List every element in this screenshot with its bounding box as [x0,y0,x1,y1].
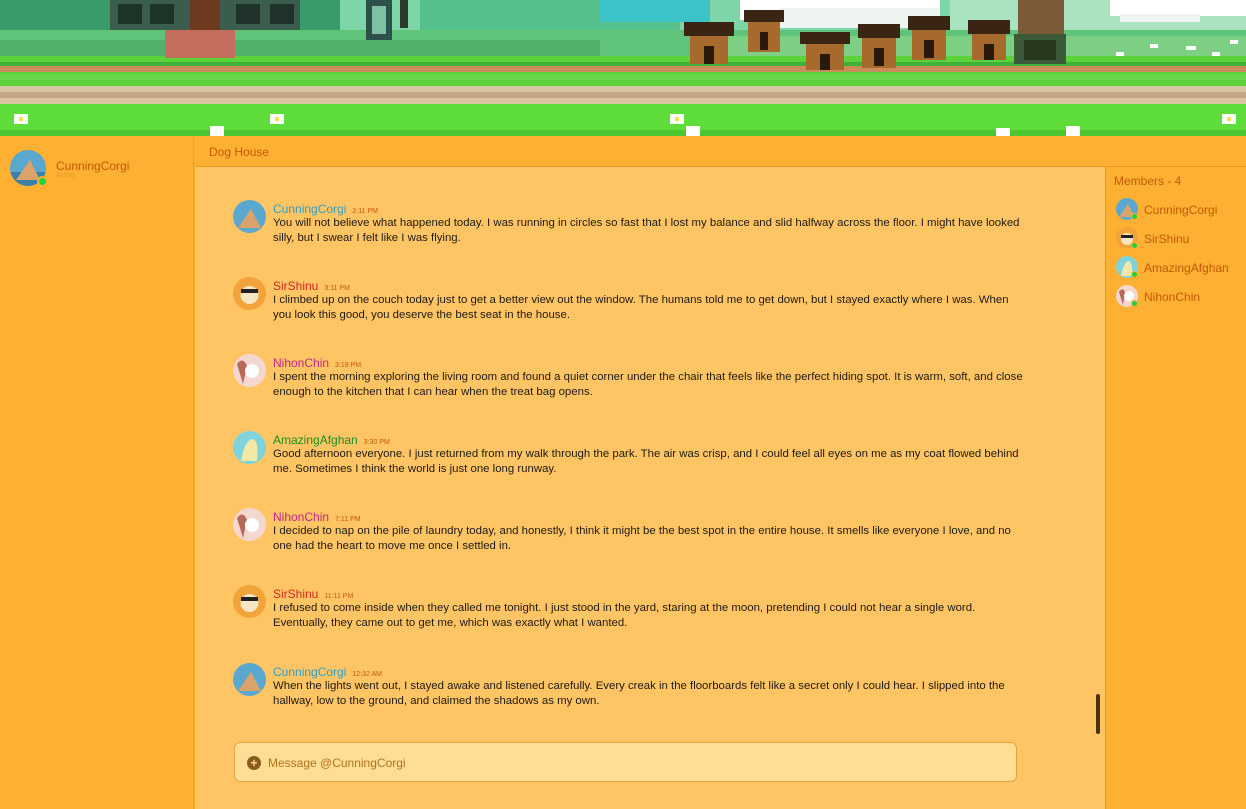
member-item[interactable]: SirShinu [1116,227,1244,251]
message-input[interactable] [268,752,998,774]
member-name: SirShinu [1144,232,1190,246]
online-status-dot [1131,213,1138,220]
chin-avatar-icon [233,354,266,387]
online-status-dot [37,176,48,187]
plus-circle-icon[interactable]: + [247,756,261,770]
shiba-avatar-icon [233,585,266,618]
message-item: CunningCorgi 12:32 AM When the lights wen… [233,663,1023,713]
message-author[interactable]: NihonChin [273,356,329,370]
message-author[interactable]: AmazingAfghan [273,433,358,447]
message-text: When the lights went out, I stayed awake… [273,680,1005,707]
message-text: You will not believe what happened today… [273,217,1020,244]
online-status-dot [1131,242,1138,249]
corgi-avatar-icon [233,200,266,233]
member-item[interactable]: AmazingAfghan [1116,256,1244,280]
message-timestamp: 12:32 AM [352,671,382,678]
message-timestamp: 2:11 PM [352,208,378,215]
pixel-art-banner [0,0,1246,136]
village-scene-image [0,0,1246,136]
message-item: CunningCorgi 2:11 PM You will not believe… [233,200,1023,250]
shiba-avatar-icon [233,277,266,310]
message-text: Good afternoon everyone. I just returned… [273,448,1019,475]
channel-header: Dog House [195,136,1246,167]
message-item: AmazingAfghan 3:30 PM Good afternoon ever… [233,431,1023,481]
message-item: SirShinu 11:11 PM I refused to come insid… [233,585,1023,635]
member-item[interactable]: NihonChin [1116,285,1244,309]
members-title: Members - 4 [1114,174,1182,188]
current-user-status: Active [56,172,76,179]
message-item: SirShinu 3:11 PM I climbed up on the couc… [233,277,1023,327]
message-author[interactable]: SirShinu [273,279,318,293]
message-composer: + [234,742,1017,782]
member-name: CunningCorgi [1144,203,1218,217]
chin-avatar-icon [233,508,266,541]
left-sidebar: CunningCorgi Active [0,136,194,809]
members-sidebar: Members - 4 CunningCorgi SirShinu Amazin… [1105,167,1246,809]
message-author[interactable]: NihonChin [273,510,329,524]
current-username: CunningCorgi [56,159,130,173]
afghan-avatar-icon [233,431,266,464]
current-user-panel[interactable]: CunningCorgi Active [10,150,190,190]
message-timestamp: 11:11 PM [324,593,354,600]
message-item: NihonChin 3:19 PM I spent the morning exp… [233,354,1023,404]
messages-scrollbar[interactable] [1096,694,1100,734]
message-timestamp: 3:11 PM [324,285,350,292]
messages-pane: CunningCorgi 2:11 PM You will not believe… [195,167,1105,809]
message-timestamp: 7:11 PM [335,516,361,523]
message-item: NihonChin 7:11 PM I decided to nap on the… [233,508,1023,558]
corgi-avatar-icon [233,663,266,696]
message-author[interactable]: CunningCorgi [273,202,346,216]
member-item[interactable]: CunningCorgi [1116,198,1244,222]
online-status-dot [1131,300,1138,307]
message-text: I refused to come inside when they calle… [273,602,976,629]
member-name: AmazingAfghan [1144,261,1229,275]
message-timestamp: 3:19 PM [335,362,362,369]
message-text: I decided to nap on the pile of laundry … [273,525,1011,552]
message-text: I climbed up on the couch today just to … [273,294,1009,321]
message-timestamp: 3:30 PM [363,439,390,446]
message-author[interactable]: SirShinu [273,587,318,601]
member-name: NihonChin [1144,290,1201,304]
message-text: I spent the morning exploring the living… [273,371,1023,398]
channel-name: Dog House [209,145,270,159]
message-author[interactable]: CunningCorgi [273,665,346,679]
online-status-dot [1131,271,1138,278]
